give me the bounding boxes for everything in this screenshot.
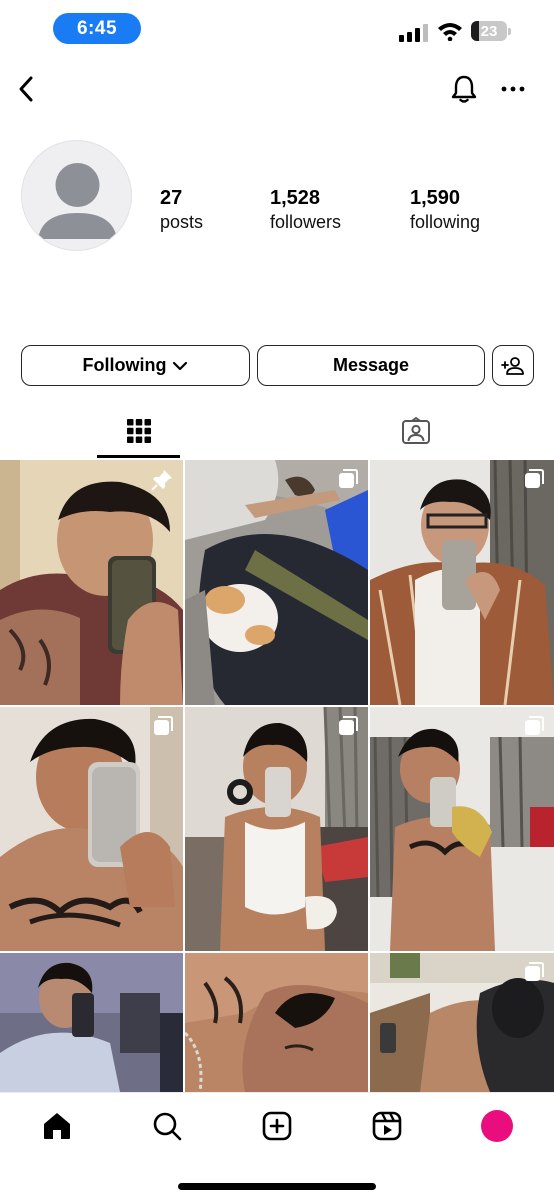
multi-photo-icon	[339, 469, 358, 488]
post-photo	[0, 707, 183, 951]
battery-percent: 23	[480, 22, 498, 40]
multi-photo-icon	[525, 716, 544, 735]
nav-create[interactable]	[260, 1109, 294, 1143]
multi-photo-icon	[154, 716, 173, 735]
nav-search[interactable]	[150, 1109, 184, 1143]
grid-post[interactable]	[185, 460, 368, 705]
add-user-icon	[501, 356, 524, 375]
tagged-icon	[401, 416, 430, 444]
grid-post[interactable]	[370, 953, 554, 1092]
grid-post[interactable]	[0, 953, 183, 1092]
posts-label: posts	[160, 212, 204, 232]
tab-posts-grid[interactable]	[97, 403, 180, 458]
time-pill[interactable]: 6:45	[53, 13, 141, 44]
profile-avatar[interactable]	[21, 140, 132, 251]
multi-photo-icon	[339, 716, 358, 735]
post-photo	[0, 460, 183, 705]
multi-photo-icon	[525, 962, 544, 981]
nav-profile[interactable]	[480, 1109, 514, 1143]
grid-icon	[126, 418, 151, 443]
multi-photo-icon	[525, 469, 544, 488]
grid-post[interactable]	[185, 707, 368, 951]
grid-post[interactable]	[0, 460, 183, 705]
nav-reels[interactable]	[370, 1109, 404, 1143]
reels-icon	[372, 1111, 402, 1141]
status-bar: 6:45 23	[0, 0, 554, 56]
battery-indicator: 23	[471, 21, 511, 41]
profile-avatar-small	[481, 1110, 513, 1142]
home-indicator	[178, 1183, 376, 1190]
following-label: following	[410, 212, 481, 232]
following-stat[interactable]: 1,590 following	[410, 186, 480, 234]
search-icon	[153, 1112, 182, 1141]
back-button[interactable]	[12, 72, 40, 106]
active-tab-indicator	[97, 455, 180, 458]
grid-post[interactable]	[370, 460, 554, 705]
create-icon	[262, 1111, 292, 1141]
cellular-signal-icon	[399, 24, 428, 42]
message-button-label: Message	[332, 355, 410, 375]
notifications-button[interactable]	[448, 72, 480, 106]
pin-icon	[151, 470, 172, 491]
suggested-users-button[interactable]	[492, 345, 534, 386]
chevron-left-icon	[19, 76, 33, 102]
followers-stat[interactable]: 1,528 followers	[270, 186, 341, 234]
status-time: 6:45	[76, 17, 118, 39]
ellipsis-icon	[501, 86, 525, 92]
nav-home[interactable]	[40, 1109, 74, 1143]
following-count: 1,590	[410, 187, 461, 209]
default-avatar-icon	[38, 163, 117, 239]
posts-grid	[0, 460, 554, 1092]
posts-stat[interactable]: 27 posts	[160, 186, 203, 234]
post-photo	[0, 953, 183, 1092]
post-photo	[185, 953, 368, 1092]
following-button-label: Following	[82, 355, 167, 375]
tab-tagged[interactable]	[374, 403, 457, 458]
grid-post[interactable]	[370, 707, 554, 951]
chevron-down-icon	[173, 361, 188, 370]
posts-count: 27	[160, 187, 183, 209]
bell-icon	[451, 75, 477, 103]
following-button[interactable]: Following	[21, 345, 250, 386]
post-photo	[185, 707, 368, 951]
home-icon	[44, 1113, 70, 1139]
more-options-button[interactable]	[497, 72, 529, 106]
followers-count: 1,528	[270, 187, 321, 209]
message-button[interactable]: Message	[257, 345, 485, 386]
post-photo	[370, 707, 554, 951]
post-photo	[370, 460, 554, 705]
followers-label: followers	[270, 212, 342, 232]
post-photo	[185, 460, 368, 705]
grid-post[interactable]	[185, 953, 368, 1092]
grid-post[interactable]	[0, 707, 183, 951]
wifi-icon	[438, 23, 462, 41]
profile-header	[0, 56, 554, 122]
